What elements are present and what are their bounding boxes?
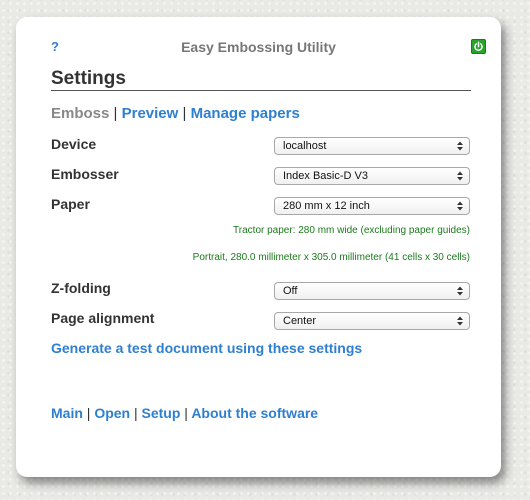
select-arrows-icon (457, 171, 463, 181)
footer-separator: | (86, 405, 91, 421)
device-label: Device (51, 136, 97, 152)
paper-select[interactable]: 280 mm x 12 inch (274, 197, 470, 215)
page-alignment-select[interactable]: Center (274, 312, 470, 330)
device-select[interactable]: localhost (274, 137, 470, 155)
paper-note-tractor: Tractor paper: 280 mm wide (excluding pa… (233, 225, 470, 236)
device-select-value: localhost (283, 140, 327, 152)
paper-note-portrait: Portrait, 280.0 millimeter x 305.0 milli… (192, 252, 470, 263)
paper-label: Paper (51, 196, 90, 212)
zfolding-select-value: Off (283, 285, 298, 297)
select-arrows-icon (457, 141, 463, 151)
tab-manage-papers[interactable]: Manage papers (191, 105, 300, 122)
page-alignment-label: Page alignment (51, 310, 155, 326)
footer-link-setup[interactable]: Setup (142, 405, 181, 421)
footer-separator: | (133, 405, 138, 421)
power-button[interactable] (471, 39, 486, 54)
footer-link-main[interactable]: Main (51, 405, 83, 421)
generate-test-document-link[interactable]: Generate a test document using these set… (51, 340, 362, 356)
app-title: Easy Embossing Utility (181, 39, 336, 55)
select-arrows-icon (457, 201, 463, 211)
power-icon (474, 41, 483, 52)
zfolding-select[interactable]: Off (274, 282, 470, 300)
tab-emboss: Emboss (51, 105, 110, 122)
footer-link-open[interactable]: Open (94, 405, 130, 421)
footer-nav: Main | Open | Setup | About the software (51, 405, 318, 421)
embosser-label: Embosser (51, 166, 119, 182)
embosser-select[interactable]: Index Basic-D V3 (274, 167, 470, 185)
page-alignment-select-value: Center (283, 315, 317, 327)
tab-preview[interactable]: Preview (122, 105, 179, 122)
zfolding-label: Z-folding (51, 280, 111, 296)
settings-tabs: Emboss | Preview | Manage papers (51, 105, 300, 122)
footer-separator: | (184, 405, 188, 421)
select-arrows-icon (457, 316, 463, 326)
embosser-select-value: Index Basic-D V3 (283, 170, 368, 182)
heading-divider (51, 90, 471, 91)
page-title: Settings (51, 68, 126, 89)
paper-select-value: 280 mm x 12 inch (283, 200, 370, 212)
tab-separator: | (113, 105, 118, 122)
select-arrows-icon (457, 286, 463, 296)
tab-separator: | (182, 105, 187, 122)
settings-panel: ? Easy Embossing Utility Settings Emboss… (16, 17, 501, 477)
footer-link-about[interactable]: About the software (191, 405, 318, 421)
